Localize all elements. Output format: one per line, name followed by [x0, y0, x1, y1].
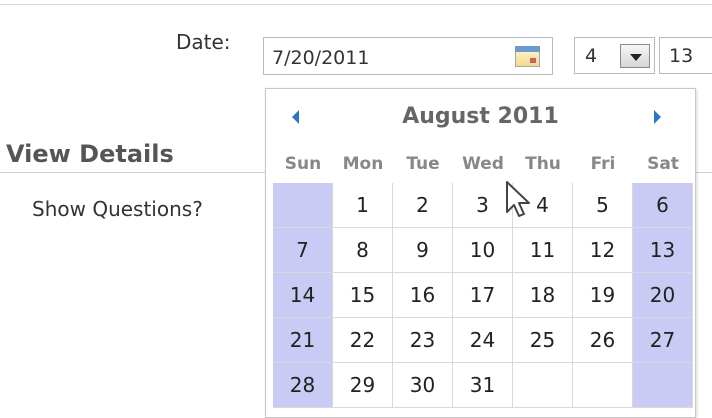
calendar-day[interactable]: 31: [453, 363, 513, 408]
hour-select-value: 4: [585, 45, 598, 67]
calendar-day[interactable]: 25: [513, 318, 573, 363]
calendar-empty-cell: [573, 363, 633, 408]
date-input-value: 7/20/2011: [272, 47, 370, 69]
calendar-day[interactable]: 13: [633, 228, 693, 273]
calendar-day[interactable]: 15: [333, 273, 393, 318]
chevron-right-icon[interactable]: [654, 110, 661, 124]
weekday-header: Sun Mon Tue Wed Thu Fri Sat: [273, 146, 693, 183]
calendar-popup: August 2011 Sun Mon Tue Wed Thu Fri Sat …: [265, 88, 696, 418]
calendar-day[interactable]: 12: [573, 228, 633, 273]
calendar-day[interactable]: 27: [633, 318, 693, 363]
calendar-day[interactable]: 2: [393, 183, 453, 228]
mouse-pointer-icon: [506, 181, 530, 217]
calendar-day[interactable]: 18: [513, 273, 573, 318]
weekday-label: Wed: [462, 154, 504, 174]
calendar-empty-cell: [633, 363, 693, 408]
date-label: Date:: [176, 30, 231, 54]
weekday-label: Mon: [342, 154, 384, 174]
top-divider: [0, 0, 712, 5]
calendar-day[interactable]: 14: [273, 273, 333, 318]
month-title: August 2011: [402, 104, 559, 129]
weekday-label: Thu: [525, 154, 561, 174]
minute-field-value: 13: [669, 45, 694, 67]
section-title: View Details: [6, 140, 174, 168]
minute-field[interactable]: 13: [659, 37, 712, 74]
calendar-day[interactable]: 26: [573, 318, 633, 363]
calendar-day[interactable]: 6: [633, 183, 693, 228]
weekday-label: Fri: [590, 154, 616, 174]
calendar-day[interactable]: 11: [513, 228, 573, 273]
calendar-day[interactable]: 8: [333, 228, 393, 273]
calendar-empty-cell: [513, 363, 573, 408]
calendar-day[interactable]: 9: [393, 228, 453, 273]
calendar-empty-cell: [273, 183, 333, 228]
chevron-down-icon[interactable]: [620, 44, 650, 68]
show-questions-label: Show Questions?: [32, 197, 203, 221]
calendar-day[interactable]: 17: [453, 273, 513, 318]
calendar-day[interactable]: 20: [633, 273, 693, 318]
date-input[interactable]: 7/20/2011: [263, 37, 553, 75]
calendar-day[interactable]: 28: [273, 363, 333, 408]
calendar-icon[interactable]: [513, 44, 543, 70]
calendar-day[interactable]: 23: [393, 318, 453, 363]
weekday-label: Tue: [406, 154, 440, 174]
calendar-day[interactable]: 21: [273, 318, 333, 363]
calendar-day[interactable]: 5: [573, 183, 633, 228]
calendar-day[interactable]: 24: [453, 318, 513, 363]
weekday-label: Sat: [647, 154, 679, 174]
calendar-day[interactable]: 22: [333, 318, 393, 363]
calendar-day[interactable]: 30: [393, 363, 453, 408]
calendar-day[interactable]: 29: [333, 363, 393, 408]
weekday-label: Sun: [284, 154, 322, 174]
calendar-day[interactable]: 1: [333, 183, 393, 228]
calendar-day[interactable]: 7: [273, 228, 333, 273]
calendar-day[interactable]: 10: [453, 228, 513, 273]
calendar-day[interactable]: 16: [393, 273, 453, 318]
calendar-header: August 2011: [266, 89, 695, 141]
calendar-day[interactable]: 19: [573, 273, 633, 318]
